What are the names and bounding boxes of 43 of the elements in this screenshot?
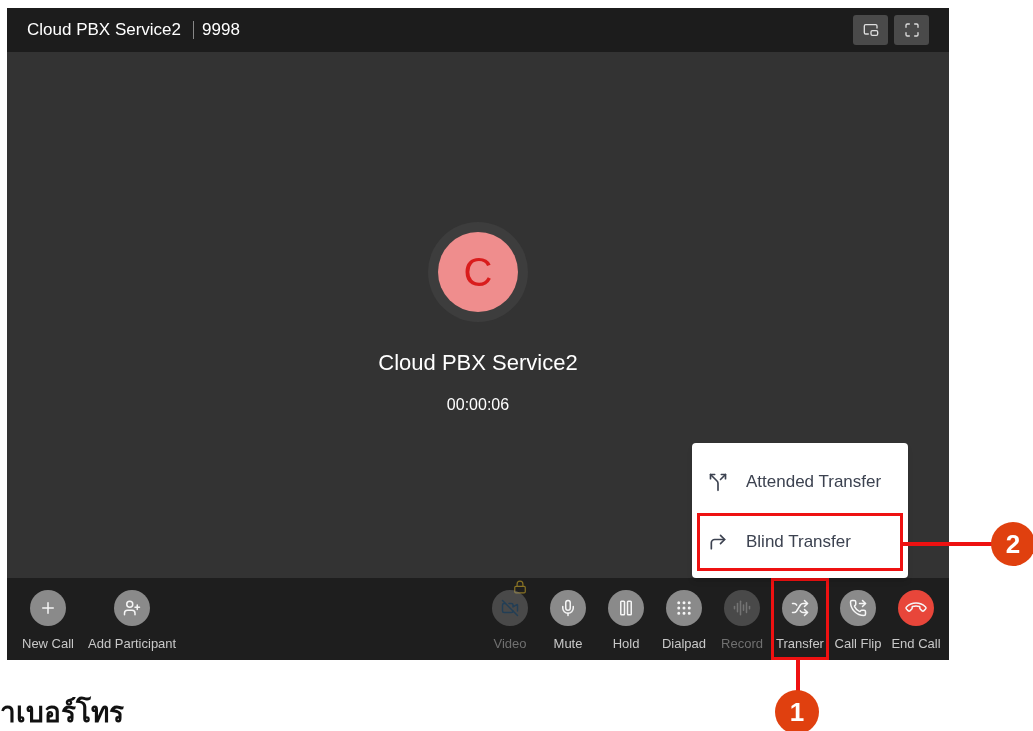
- fullscreen-icon: [903, 22, 920, 38]
- callout-number: 2: [991, 522, 1033, 566]
- picture-in-picture-button[interactable]: [853, 15, 888, 45]
- call-control-button[interactable]: [550, 590, 586, 626]
- extension-number: 9998: [193, 21, 240, 39]
- picture-in-picture-icon: [862, 22, 879, 38]
- dialpad-icon: [675, 599, 693, 617]
- branch-icon: [708, 471, 728, 492]
- caption-text: าเบอร์โทร: [0, 695, 124, 731]
- avatar: C: [438, 232, 518, 312]
- transfer-option[interactable]: Blind Transfer: [700, 515, 900, 568]
- call-timer: 00:00:06: [446, 395, 510, 415]
- caller-name: Cloud PBX Service2: [378, 349, 578, 377]
- control-label: Video: [493, 635, 527, 653]
- sound-wave-icon: [733, 599, 751, 617]
- control-label: Dialpad: [661, 635, 707, 653]
- control-label: End Call: [891, 635, 941, 653]
- call-control-button[interactable]: [840, 590, 876, 626]
- callout-number: 1: [775, 690, 819, 731]
- call-control-button[interactable]: [666, 590, 702, 626]
- call-control-button[interactable]: [898, 590, 934, 626]
- call-control-button[interactable]: [782, 590, 818, 626]
- phone-arrows-icon: [849, 599, 867, 617]
- control-label: Transfer: [776, 635, 824, 653]
- control-label: Add Participant: [88, 635, 177, 653]
- add-user-icon: [123, 599, 142, 617]
- transfer-option[interactable]: Attended Transfer: [692, 450, 908, 513]
- control-label: New Call: [22, 635, 74, 653]
- control-label: Record: [721, 635, 763, 653]
- shuffle-icon: [791, 599, 809, 617]
- control-label: Mute: [553, 635, 583, 653]
- microphone-icon: [559, 599, 577, 617]
- control-label: Call Flip: [834, 635, 882, 653]
- call-control-button[interactable]: [608, 590, 644, 626]
- plus-icon: [39, 599, 57, 617]
- call-control-button[interactable]: [30, 590, 66, 626]
- window-title: Cloud PBX Service2: [27, 19, 182, 42]
- call-control-button[interactable]: [114, 590, 151, 626]
- video-off-icon: [501, 599, 519, 617]
- fullscreen-button[interactable]: [894, 15, 929, 45]
- control-label: Hold: [612, 635, 640, 653]
- turn-arrow-icon: [708, 531, 728, 552]
- pause-icon: [617, 599, 635, 617]
